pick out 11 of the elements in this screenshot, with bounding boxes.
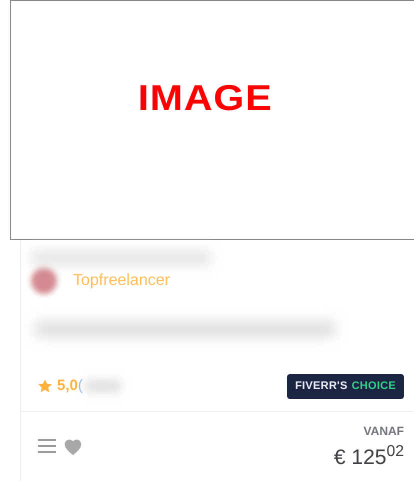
seller-level: Topfreelancer bbox=[73, 271, 170, 291]
choice-badge: FIVERR'S CHOICE bbox=[287, 374, 404, 398]
rating-paren: ( bbox=[78, 376, 83, 396]
rating-score: 5,0 bbox=[57, 376, 78, 396]
avatar bbox=[31, 268, 57, 294]
menu-icon[interactable] bbox=[37, 438, 57, 454]
image-label: IMAGE bbox=[138, 76, 272, 120]
price-label: VANAF bbox=[364, 422, 404, 440]
price: € 125$^{02}$ bbox=[334, 442, 404, 470]
star-icon bbox=[37, 378, 53, 394]
heart-icon[interactable] bbox=[63, 438, 83, 456]
